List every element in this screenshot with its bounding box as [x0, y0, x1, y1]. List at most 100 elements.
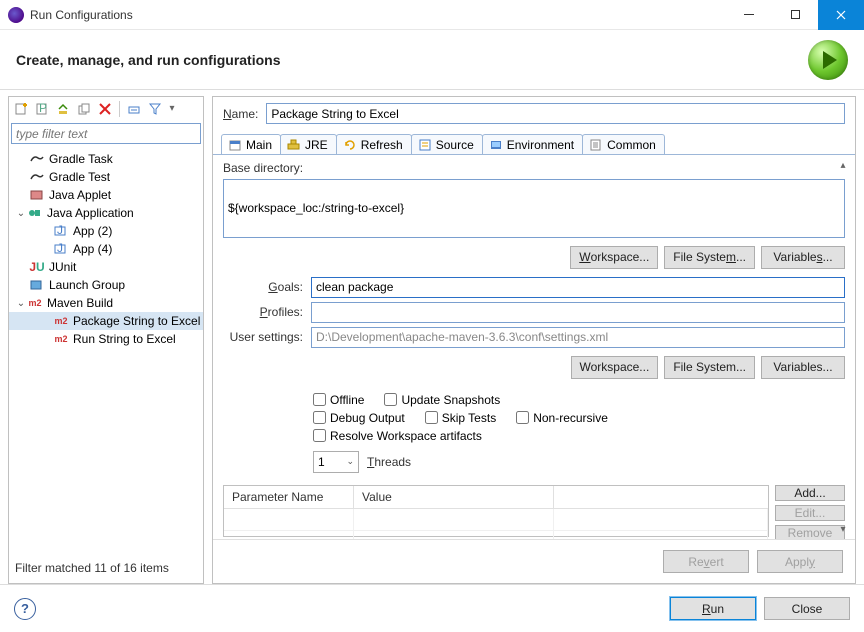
duplicate-icon[interactable]	[76, 101, 92, 117]
java-run-icon: J	[53, 224, 69, 238]
profiles-input[interactable]	[311, 302, 845, 323]
filter-status: Filter matched 11 of 16 items	[9, 555, 203, 583]
skip-tests-checkbox[interactable]: Skip Tests	[425, 411, 496, 425]
configurations-panel: P ▾ Gradle Task Gradle Test	[8, 96, 204, 584]
configuration-form: Name: Main JRE Refresh Source	[212, 96, 856, 584]
applet-icon	[29, 188, 45, 202]
tab-environment[interactable]: Environment	[482, 134, 583, 154]
java-run-icon: J	[53, 242, 69, 256]
name-label: Name:	[223, 107, 258, 121]
add-parameter-button[interactable]: Add...	[775, 485, 845, 501]
tree-item-launch-group[interactable]: Launch Group	[9, 276, 203, 294]
parameters-table[interactable]: Parameter Name Value	[223, 485, 769, 538]
maximize-button[interactable]	[772, 0, 818, 30]
window-title: Run Configurations	[30, 8, 726, 22]
toolbar-separator	[119, 101, 120, 117]
tab-common[interactable]: Common	[582, 134, 665, 154]
debug-output-checkbox[interactable]: Debug Output	[313, 411, 405, 425]
close-button[interactable]: Close	[764, 597, 850, 620]
tree-item-java-application[interactable]: ⌄ Java Application	[9, 204, 203, 222]
tree-item-app-4[interactable]: J App (4)	[9, 240, 203, 258]
run-configurations-dialog: Run Configurations Create, manage, and r…	[0, 0, 864, 632]
base-dir-workspace-button[interactable]: Workspace...	[570, 246, 658, 269]
tree-item-maven-build[interactable]: ⌄ m2 Maven Build	[9, 294, 203, 312]
gradle-icon	[29, 170, 45, 184]
content-area: P ▾ Gradle Task Gradle Test	[0, 90, 864, 584]
user-settings-input[interactable]	[311, 327, 845, 348]
settings-workspace-button[interactable]: Workspace...	[571, 356, 659, 379]
svg-text:P: P	[39, 102, 47, 115]
tab-source[interactable]: Source	[411, 134, 483, 154]
tabs: Main JRE Refresh Source Environment	[213, 130, 855, 155]
threads-spinner[interactable]: 1 ⌄	[313, 451, 359, 473]
tree-item-run-string-to-excel[interactable]: m2 Run String to Excel	[9, 330, 203, 348]
tab-jre[interactable]: JRE	[280, 134, 337, 154]
filter-input[interactable]	[11, 123, 201, 144]
base-directory-label: Base directory:	[223, 161, 845, 175]
new-prototype-icon[interactable]: P	[34, 101, 50, 117]
profiles-label: Profiles:	[223, 305, 303, 319]
run-large-icon	[808, 40, 848, 80]
settings-variables-button[interactable]: Variables...	[761, 356, 845, 379]
settings-filesystem-button[interactable]: File System...	[664, 356, 755, 379]
threads-value: 1	[318, 455, 325, 469]
expand-toggle-icon[interactable]: ⌄	[15, 208, 27, 219]
delete-icon[interactable]	[97, 101, 113, 117]
tab-refresh[interactable]: Refresh	[336, 134, 412, 154]
name-input[interactable]	[266, 103, 845, 124]
tree-item-app-2[interactable]: J App (2)	[9, 222, 203, 240]
update-snapshots-checkbox[interactable]: Update Snapshots	[384, 393, 500, 407]
left-toolbar: P ▾	[9, 97, 203, 121]
goals-input[interactable]	[311, 277, 845, 298]
user-settings-label: User settings:	[223, 330, 303, 344]
export-icon[interactable]	[55, 101, 71, 117]
maven-icon: m2	[53, 314, 69, 328]
scroll-up-icon[interactable]: ▴	[835, 157, 851, 173]
tree-item-gradle-test[interactable]: Gradle Test	[9, 168, 203, 186]
gradle-icon	[29, 152, 45, 166]
revert-button[interactable]: Revert	[663, 550, 749, 573]
col-parameter-name: Parameter Name	[224, 486, 354, 508]
chevron-down-icon[interactable]: ⌄	[346, 456, 354, 467]
resolve-workspace-checkbox[interactable]: Resolve Workspace artifacts	[313, 429, 482, 443]
filter-icon[interactable]	[147, 101, 163, 117]
eclipse-icon	[8, 7, 24, 23]
base-dir-filesystem-button[interactable]: File System...	[664, 246, 755, 269]
header-text: Create, manage, and run configurations	[16, 52, 281, 68]
maven-icon: m2	[53, 332, 69, 346]
tab-main[interactable]: Main	[221, 134, 281, 154]
svg-text:J: J	[57, 225, 63, 237]
java-app-icon	[27, 206, 43, 220]
goals-label: Goals:	[223, 280, 303, 294]
titlebar: Run Configurations	[0, 0, 864, 30]
config-tree[interactable]: Gradle Task Gradle Test Java Applet ⌄ Ja…	[9, 146, 203, 555]
non-recursive-checkbox[interactable]: Non-recursive	[516, 411, 608, 425]
table-header: Parameter Name Value	[224, 486, 768, 509]
base-dir-variables-button[interactable]: Variables...	[761, 246, 845, 269]
edit-parameter-button[interactable]: Edit...	[775, 505, 845, 521]
dialog-header: Create, manage, and run configurations	[0, 30, 864, 90]
tree-item-junit[interactable]: JU JUnit	[9, 258, 203, 276]
tree-item-java-applet[interactable]: Java Applet	[9, 186, 203, 204]
tree-item-package-string-to-excel[interactable]: m2 Package String to Excel	[9, 312, 203, 330]
table-row[interactable]	[224, 531, 768, 540]
help-icon[interactable]: ?	[14, 598, 36, 620]
tree-item-gradle-task[interactable]: Gradle Task	[9, 150, 203, 168]
junit-icon: JU	[29, 260, 45, 274]
collapse-all-icon[interactable]	[126, 101, 142, 117]
apply-button[interactable]: Apply	[757, 550, 843, 573]
close-window-button[interactable]	[818, 0, 864, 30]
base-directory-input[interactable]	[223, 179, 845, 238]
filter-menu-chevron-icon[interactable]: ▾	[168, 101, 176, 117]
run-button[interactable]: Run	[670, 597, 756, 620]
scroll-down-icon[interactable]: ▾	[835, 521, 851, 537]
dialog-bottom-bar: ? Run Close	[0, 584, 864, 632]
main-tab-body: ▴ Base directory: Workspace... File Syst…	[213, 155, 855, 539]
new-config-icon[interactable]	[13, 101, 29, 117]
table-row[interactable]	[224, 509, 768, 531]
offline-checkbox[interactable]: Offline	[313, 393, 364, 407]
maven-icon: m2	[27, 296, 43, 310]
minimize-button[interactable]	[726, 0, 772, 30]
col-value: Value	[354, 486, 554, 508]
expand-toggle-icon[interactable]: ⌄	[15, 298, 27, 309]
